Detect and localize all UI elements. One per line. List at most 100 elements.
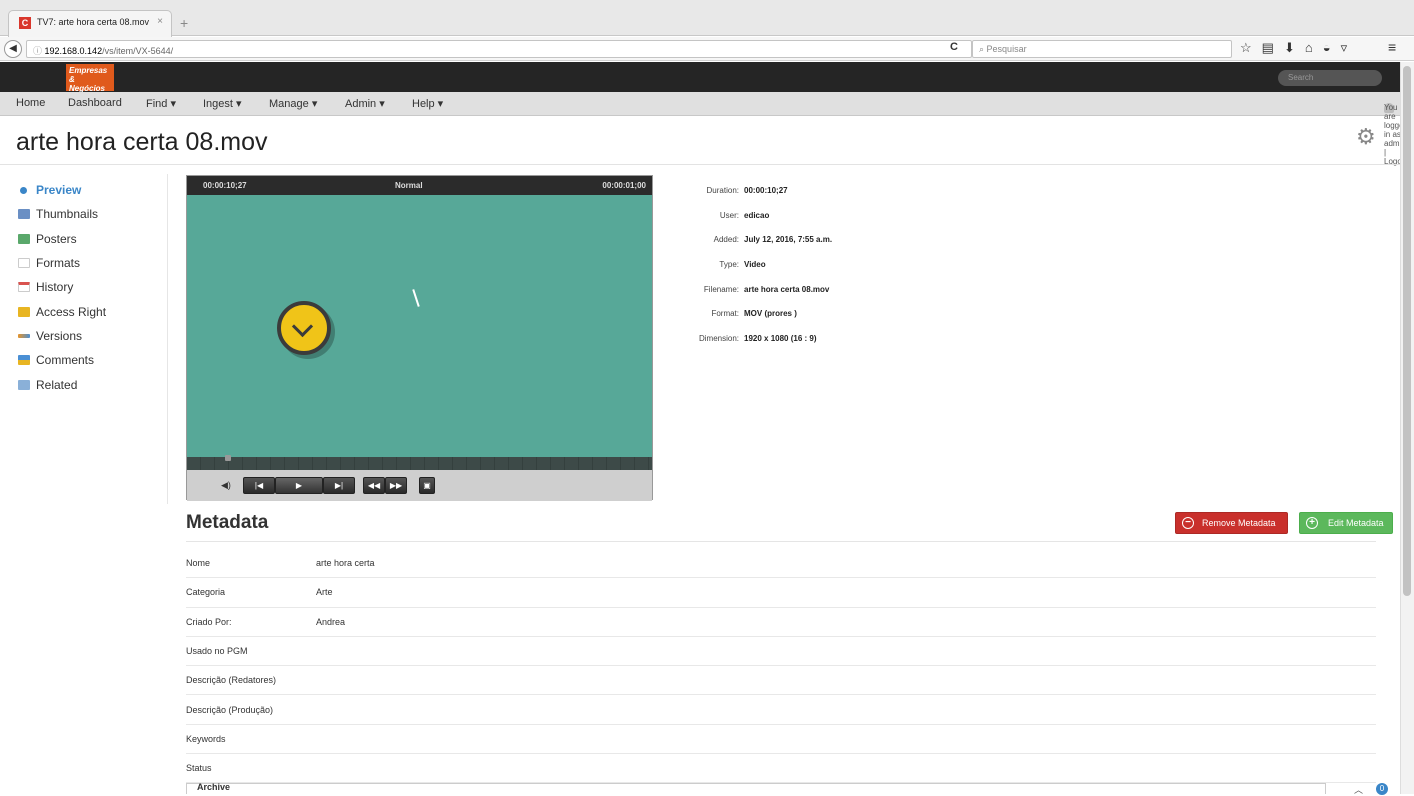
- metadata-value: Andrea: [316, 616, 346, 627]
- metadata-divider: [186, 541, 1376, 542]
- sidebar-item-preview[interactable]: Preview: [18, 178, 168, 202]
- browser-nav-icons: ☆▤⬇⌂◒▿: [1240, 40, 1357, 56]
- play-button[interactable]: ▶: [275, 477, 323, 494]
- sidebar-item-comments[interactable]: Comments: [18, 348, 168, 372]
- home-icon[interactable]: ⌂: [1305, 40, 1323, 55]
- player-header: 00:00:10;27 Normal 00:00:01;00: [187, 176, 652, 195]
- browser-tab[interactable]: C TV7: arte hora certa 08.mov ×: [8, 10, 172, 37]
- file-info: Duration: 00:00:10;27 User: edicao Added: J…: [670, 186, 832, 359]
- menu-admin-label: Admin: [345, 98, 377, 110]
- logo[interactable]: Empresas & Negócios: [66, 64, 114, 93]
- menu-find[interactable]: Find ▾: [146, 97, 176, 110]
- menu-manage-label: Manage: [269, 98, 309, 110]
- notification-badge[interactable]: 0: [1376, 783, 1388, 795]
- back-button[interactable]: ◀: [4, 40, 22, 58]
- download-icon[interactable]: ⬇: [1284, 40, 1305, 55]
- reload-icon[interactable]: C: [950, 41, 958, 53]
- metadata-key: Keywords: [186, 733, 226, 744]
- info-row: Duration: 00:00:10;27: [670, 186, 832, 211]
- metadata-row: Keywords: [186, 725, 1376, 755]
- menu-admin[interactable]: Admin ▾: [345, 97, 385, 110]
- metadata-row: Categoria Arte: [186, 578, 1376, 608]
- sidebar: Preview Thumbnails Posters Formats Histo…: [18, 178, 168, 397]
- time-frame: 00:00:01;00: [602, 181, 646, 190]
- playhead-handle[interactable]: [225, 455, 231, 461]
- gear-icon[interactable]: ⚙: [1356, 124, 1376, 150]
- metadata-key: Criado Por:: [186, 616, 232, 627]
- info-value: 00:00:10;27: [744, 186, 788, 195]
- skip-start-button[interactable]: |◀: [243, 477, 275, 494]
- info-value: July 12, 2016, 7:55 a.m.: [744, 235, 833, 245]
- metadata-row: Status: [186, 754, 1376, 784]
- plus-circle-icon: +: [1306, 517, 1318, 529]
- favicon-icon: C: [19, 17, 31, 29]
- info-row: Type: Video: [670, 260, 832, 285]
- video-player: 00:00:10;27 Normal 00:00:01;00 ◀) |◀ ▶ ▶…: [186, 175, 653, 501]
- menu-help[interactable]: Help ▾: [412, 97, 443, 110]
- sync-icon[interactable]: ◒: [1323, 40, 1341, 55]
- edit-metadata-button[interactable]: + Edit Metadata: [1299, 512, 1393, 534]
- pocket-icon[interactable]: ▿: [1341, 40, 1358, 55]
- logo-line2: & Negócios: [69, 75, 106, 93]
- edit-metadata-label: Edit Metadata: [1328, 518, 1384, 528]
- menu-icon[interactable]: ≡: [1388, 39, 1396, 55]
- sidebar-item-related[interactable]: Related: [18, 372, 168, 396]
- bullet-icon: [20, 186, 27, 194]
- sidebar-item-thumbnails[interactable]: Thumbnails: [18, 202, 168, 226]
- metadata-key: Categoria: [186, 587, 226, 598]
- browser-toolbar: ◀ ⓘ 192.168.0.142/vs/item/VX-5644/ C ⌕ P…: [0, 37, 1414, 61]
- volume-icon[interactable]: ◀): [221, 480, 231, 491]
- metadata-key: Usado no PGM: [186, 646, 248, 657]
- info-row: User: edicao: [670, 211, 832, 236]
- info-key: Type:: [719, 260, 739, 270]
- search-placeholder: Pesquisar: [986, 44, 1027, 54]
- sidebar-item-versions[interactable]: Versions: [18, 324, 168, 348]
- timeline-scrubber[interactable]: [187, 457, 652, 470]
- sidebar-item-formats[interactable]: Formats: [18, 251, 168, 275]
- menu-home[interactable]: Home: [16, 97, 45, 109]
- info-row: Dimension: 1920 x 1080 (16 : 9): [670, 334, 832, 359]
- menu-ingest-label: Ingest: [203, 98, 233, 110]
- speed-label[interactable]: Normal: [395, 181, 423, 190]
- video-frame[interactable]: [187, 195, 652, 457]
- info-icon: ⓘ: [33, 46, 45, 56]
- info-key: User:: [719, 210, 739, 220]
- sidebar-item-posters[interactable]: Posters: [18, 227, 168, 251]
- player-controls: ◀) |◀ ▶ ▶| ◀◀ ▶▶ ▣: [187, 470, 652, 501]
- metadata-row: Criado Por: Andrea: [186, 608, 1376, 637]
- chevron-up-icon[interactable]: ︿: [1354, 783, 1363, 796]
- sidebar-item-history[interactable]: History: [18, 275, 168, 299]
- skip-end-button[interactable]: ▶|: [323, 477, 355, 494]
- metadata-row: Usado no PGM: [186, 637, 1376, 667]
- logo-line1: Empresas: [69, 66, 108, 75]
- menu-find-label: Find: [146, 98, 168, 110]
- brand-bar: [0, 62, 1400, 92]
- metadata-key: Descrição (Redatores): [186, 675, 277, 686]
- sidebar-item-label: Preview: [36, 183, 82, 198]
- snapshot-button[interactable]: ▣: [419, 477, 435, 494]
- menu-dashboard[interactable]: Dashboard: [68, 97, 122, 109]
- new-tab-button[interactable]: +: [180, 15, 188, 31]
- url-bar[interactable]: ⓘ 192.168.0.142/vs/item/VX-5644/: [26, 40, 972, 58]
- menu-help-label: Help: [412, 98, 435, 110]
- thumbnails-icon: [18, 209, 30, 220]
- browser-search-input[interactable]: ⌕ Pesquisar: [972, 40, 1232, 58]
- menu-ingest[interactable]: Ingest ▾: [203, 97, 242, 110]
- metadata-value: Arte: [316, 587, 333, 598]
- scrollbar-thumb[interactable]: [1403, 66, 1411, 596]
- sidebar-item-label: Versions: [36, 328, 83, 343]
- star-icon[interactable]: ☆: [1240, 40, 1262, 55]
- sidebar-divider: [167, 174, 168, 504]
- metadata-key: Descrição (Produção): [186, 704, 274, 715]
- sidebar-item-label: Comments: [36, 353, 95, 368]
- site-search-input[interactable]: Search: [1278, 70, 1382, 86]
- rewind-button[interactable]: ◀◀: [363, 477, 385, 494]
- close-tab-icon[interactable]: ×: [157, 16, 163, 27]
- fast-forward-button[interactable]: ▶▶: [385, 477, 407, 494]
- divider: [0, 164, 1400, 165]
- menu-manage[interactable]: Manage ▾: [269, 97, 317, 110]
- remove-metadata-button[interactable]: − Remove Metadata: [1175, 512, 1288, 534]
- sidebar-item-access-right[interactable]: Access Right: [18, 299, 168, 323]
- archive-fieldset: Archive: [186, 783, 1326, 794]
- reading-list-icon[interactable]: ▤: [1262, 40, 1284, 55]
